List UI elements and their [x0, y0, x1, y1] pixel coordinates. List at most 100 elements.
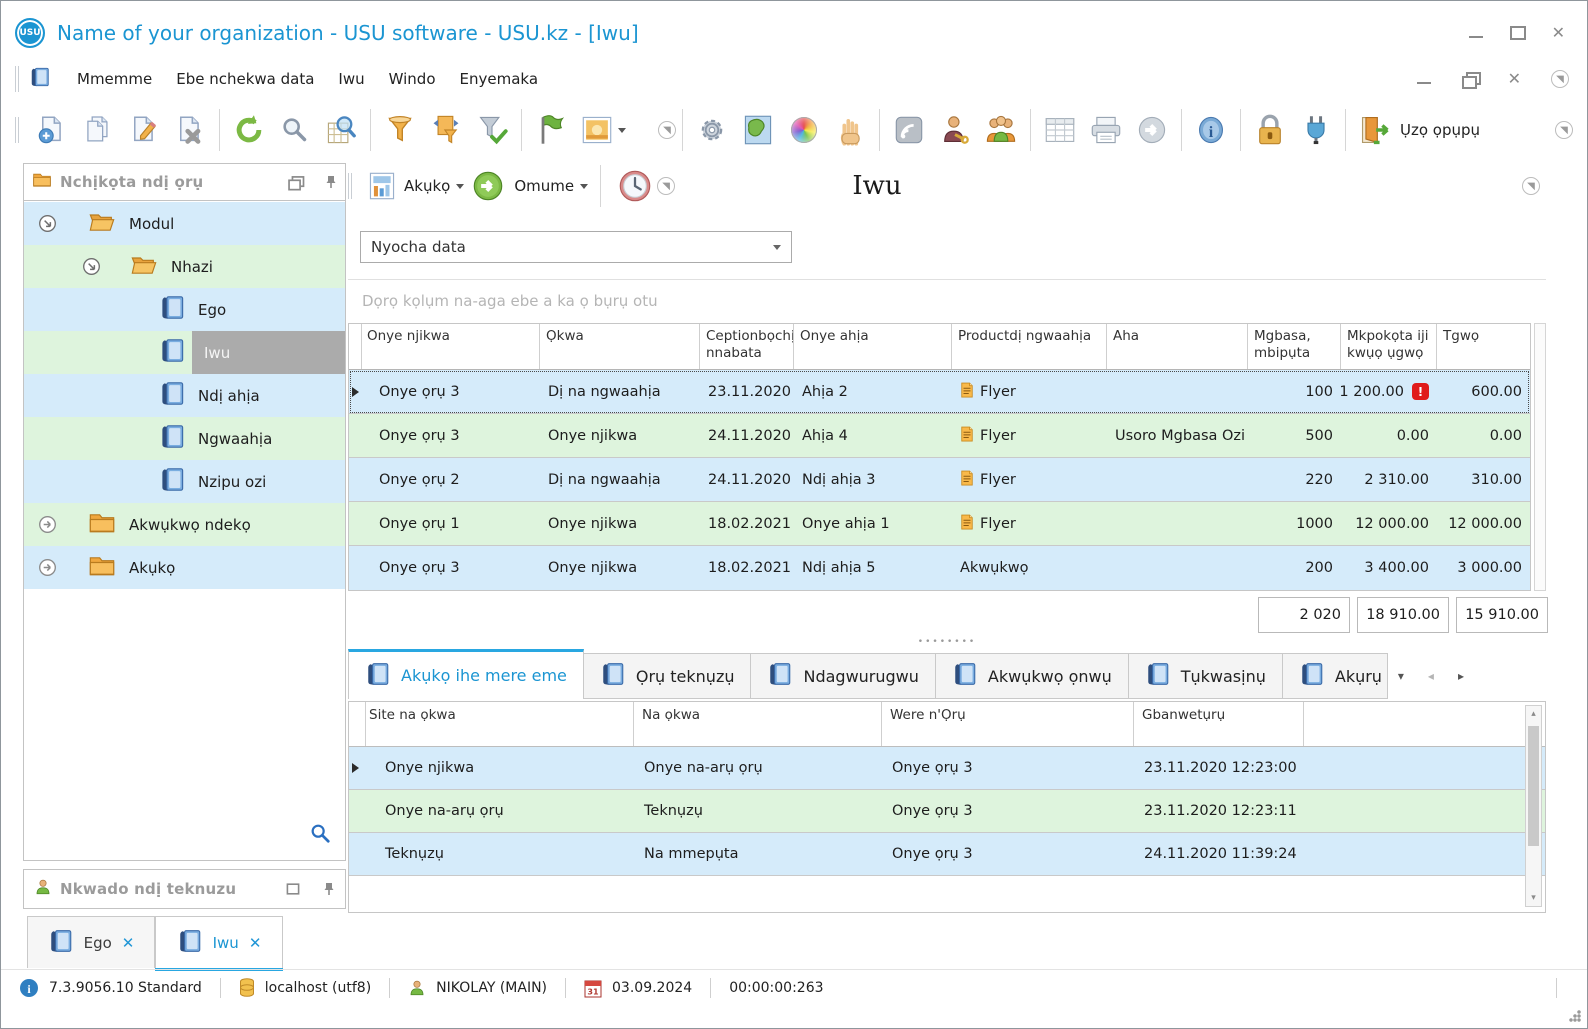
tab-history[interactable]: Akụkọ ihe mere eme [348, 649, 584, 699]
action-caret[interactable] [580, 183, 589, 189]
delete-record-icon[interactable] [167, 106, 213, 154]
column-header-changed-at[interactable]: Gbanwetụrụ [1134, 702, 1304, 746]
filter-apply-icon[interactable] [469, 106, 515, 154]
tab-list-dropdown-icon[interactable]: ▾ [1398, 669, 1404, 683]
tree-item-ndi-ahia[interactable]: Ndị ahịa [24, 374, 345, 417]
tree-item-iwu-selected[interactable]: Iwu [24, 331, 345, 374]
image-dropdown-caret[interactable] [617, 127, 626, 133]
column-header-name[interactable]: Aha [1107, 324, 1248, 369]
exit-door-icon[interactable] [1352, 106, 1398, 154]
ribbon-collapse-icon[interactable]: ◥ [1551, 70, 1569, 88]
lock-icon[interactable] [1247, 106, 1293, 154]
close-tab-icon[interactable]: ✕ [249, 934, 262, 952]
history-scrollbar[interactable]: ▴ ▾ [1525, 705, 1542, 907]
tree-item-akuko[interactable]: Akụkọ [24, 546, 345, 589]
toolbar-grip[interactable] [15, 66, 19, 92]
pin-icon[interactable] [325, 175, 337, 189]
panel-float-icon[interactable] [288, 176, 305, 191]
toolbar-grip-2[interactable] [15, 117, 19, 143]
column-header-status[interactable]: Ọkwa [540, 324, 700, 369]
table-row[interactable]: Onye ọrụ 2 Dị na ngwaahịa 24.11.2020 Ndị… [349, 458, 1530, 502]
search-table-icon[interactable] [318, 106, 364, 154]
tree-item-nhazi[interactable]: Nhazi [24, 245, 345, 288]
tree-item-ego[interactable]: Ego [24, 288, 345, 331]
column-header-date[interactable]: Ceptionbọchị nnabata [700, 324, 794, 369]
table-row[interactable]: Onye ọrụ 1 Onye njikwa 18.02.2021 Onye a… [349, 502, 1530, 546]
resize-grip[interactable] [1569, 1010, 1581, 1022]
copy-record-icon[interactable] [75, 106, 121, 154]
filter-icon[interactable] [377, 106, 423, 154]
info-icon[interactable]: i [1188, 106, 1234, 154]
scrollbar-thumb[interactable] [1528, 726, 1539, 846]
expand-node-icon[interactable] [38, 515, 57, 534]
tab-ndagwurugwu[interactable]: Ndagwurugwu [751, 653, 936, 699]
users-icon[interactable] [978, 106, 1024, 154]
column-header-paid[interactable]: Tgwọ [1437, 324, 1530, 369]
table-row[interactable]: Onye ọrụ 3 Onye njikwa 24.11.2020 Ahịa 4… [349, 414, 1530, 458]
menu-item-windo[interactable]: Windo [377, 64, 448, 94]
action-icon[interactable] [464, 162, 512, 210]
add-record-icon[interactable] [29, 106, 75, 154]
pin-icon[interactable] [323, 882, 335, 896]
menu-item-mmemme[interactable]: Mmemme [65, 64, 164, 94]
mdi-close-icon[interactable]: ✕ [1508, 71, 1521, 87]
refresh-icon[interactable] [226, 106, 272, 154]
table-icon[interactable] [1037, 106, 1083, 154]
column-header-client[interactable]: Onye ahịa [794, 324, 952, 369]
user-key-icon[interactable] [932, 106, 978, 154]
group-by-panel[interactable]: Dọrọ kọlụm na-aga ebe a ka ọ bụrụ otu [348, 279, 1546, 321]
tree-item-nzipu-ozi[interactable]: Nzipu ozi [24, 460, 345, 503]
filter-range-icon[interactable] [423, 106, 469, 154]
tab-akuru[interactable]: Akụrụ [1282, 653, 1388, 699]
report-caret[interactable] [456, 183, 465, 189]
settings-gear-icon[interactable] [689, 106, 735, 154]
column-header-taken-by[interactable]: Were n'Ọrụ [882, 702, 1134, 746]
close-icon[interactable]: ✕ [1552, 25, 1565, 41]
maximize-icon[interactable] [1509, 26, 1526, 40]
menu-item-enyemaka[interactable]: Enyemaka [448, 64, 551, 94]
expand-node-icon[interactable] [38, 558, 57, 577]
search-icon[interactable] [272, 106, 318, 154]
tab-scroll-left-icon[interactable]: ◂ [1428, 669, 1434, 683]
tree-item-akwukwo-ndeko[interactable]: Akwụkwọ ndekọ [24, 503, 345, 546]
toolbar-grip-3[interactable] [348, 173, 352, 199]
column-header-qty[interactable]: Mgbasa, mbipụta [1248, 324, 1341, 369]
table-row[interactable]: Teknụzụ Na mmepụta Onye ọrụ 3 24.11.2020… [349, 833, 1545, 876]
go-arrow-icon[interactable] [1129, 106, 1175, 154]
combobox-caret[interactable] [773, 244, 781, 250]
plug-icon[interactable] [1293, 106, 1339, 154]
tree-search-icon[interactable] [309, 822, 331, 848]
tree-item-ngwaahia[interactable]: Ngwaahịa [24, 417, 345, 460]
image-icon[interactable] [574, 106, 632, 154]
column-header-product[interactable]: Productdị ngwaahịa [952, 324, 1107, 369]
table-row[interactable]: Onye ọrụ 3 Dị na ngwaahịa 23.11.2020 Ahị… [349, 370, 1530, 414]
collapse-node-icon[interactable] [38, 214, 57, 233]
report-button-label[interactable]: Akụkọ [404, 177, 450, 195]
tab-tukwasinu[interactable]: Tụkwasịnụ [1128, 653, 1283, 699]
feed-icon[interactable] [886, 106, 932, 154]
report-icon[interactable] [362, 162, 402, 210]
column-header-manager[interactable]: Onye njikwa [361, 324, 540, 369]
column-header-from-status[interactable]: Site na ọkwa [361, 702, 634, 746]
tab-technical-task[interactable]: Ọrụ teknụzụ [583, 653, 752, 699]
table-row[interactable]: Onye na-arụ ọrụ Teknụzụ Onye ọrụ 3 23.11… [349, 790, 1545, 833]
close-tab-icon[interactable]: ✕ [122, 934, 135, 952]
view-collapse-icon[interactable]: ◥ [1522, 177, 1540, 195]
table-row[interactable]: Onye njikwa Onye na-arụ ọrụ Onye ọrụ 3 2… [349, 747, 1545, 790]
edit-record-icon[interactable] [121, 106, 167, 154]
menu-item-iwu[interactable]: Iwu [326, 64, 376, 94]
color-wheel-icon[interactable] [781, 106, 827, 154]
wintab-ego[interactable]: Ego ✕ [27, 916, 155, 968]
grid-scrollbar-track[interactable] [1534, 323, 1546, 591]
tree-item-modul[interactable]: Modul [24, 202, 345, 245]
collapse-node-icon[interactable] [82, 257, 101, 276]
exit-label[interactable]: Ụzọ ọpụpụ [1400, 121, 1480, 139]
toolbar-collapse-icon[interactable]: ◥ [658, 121, 676, 139]
flag-icon[interactable] [528, 106, 574, 154]
map-icon[interactable] [735, 106, 781, 154]
data-analysis-combobox[interactable]: Nyocha data [360, 231, 792, 263]
wintab-iwu[interactable]: Iwu ✕ [155, 916, 283, 971]
column-header-amount[interactable]: Mkpokọta iji kwụọ ụgwọ [1341, 324, 1437, 369]
minimize-icon[interactable] [1468, 26, 1484, 40]
tab-akwukwo-onwu[interactable]: Akwụkwọ ọnwụ [935, 653, 1129, 699]
